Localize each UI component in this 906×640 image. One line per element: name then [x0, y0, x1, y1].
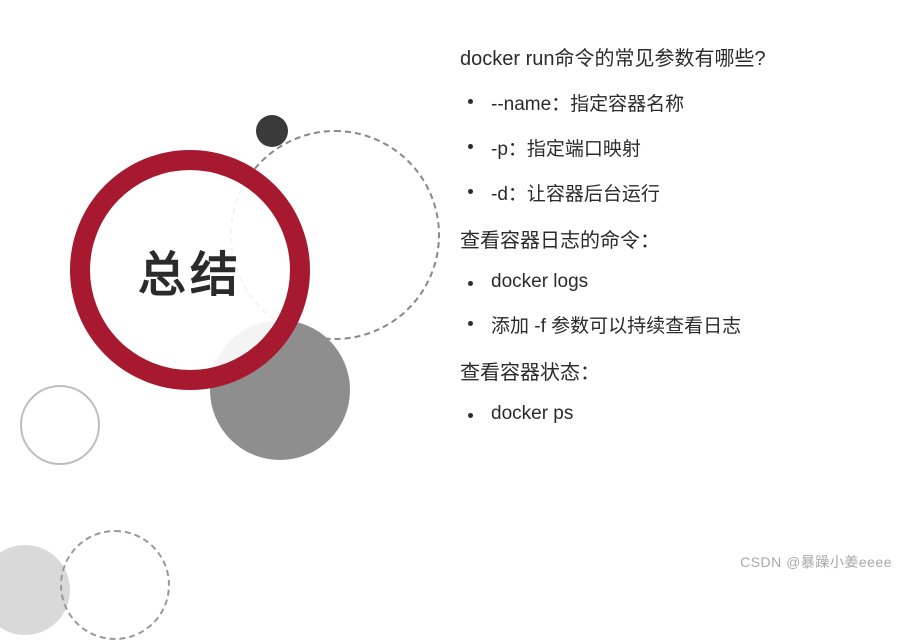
- bullet-icon: [468, 321, 473, 326]
- bullet-icon: [468, 189, 473, 194]
- dark-dot: [256, 115, 288, 147]
- bullet-item: 添加 -f 参数可以持续查看日志: [468, 311, 890, 338]
- bullet-item: -d：让容器后台运行: [468, 179, 890, 206]
- bullet-item: --name：指定容器名称: [468, 89, 890, 116]
- bullet-item: docker logs: [468, 271, 890, 293]
- main-ring: 总结: [70, 150, 310, 390]
- content-column: docker run命令的常见参数有哪些? --name：指定容器名称 -p：指…: [460, 34, 890, 443]
- section-heading: 查看容器日志的命令：: [460, 224, 890, 253]
- bullet-text: docker ps: [491, 403, 573, 425]
- bullet-icon: [468, 144, 473, 149]
- decorative-graphic: 总结: [0, 0, 450, 580]
- bullet-icon: [468, 99, 473, 104]
- bullet-item: -p：指定端口映射: [468, 134, 890, 161]
- watermark: CSDN @暴躁小姜eeee: [740, 552, 892, 572]
- section-heading: 查看容器状态：: [460, 356, 890, 385]
- bullet-icon: [468, 413, 473, 418]
- main-ring-label: 总结: [138, 235, 242, 305]
- bullet-icon: [468, 281, 473, 286]
- bullet-text: --name：指定容器名称: [491, 89, 684, 116]
- bullet-text: -p：指定端口映射: [491, 134, 641, 161]
- bullet-text: -d：让容器后台运行: [491, 179, 660, 206]
- bullet-text: docker logs: [491, 271, 588, 293]
- bullet-item: docker ps: [468, 403, 890, 425]
- section-heading: docker run命令的常见参数有哪些?: [460, 42, 890, 71]
- dashed-circle-bottom: [60, 530, 170, 640]
- bullet-text: 添加 -f 参数可以持续查看日志: [491, 311, 741, 338]
- hollow-circle: [20, 385, 100, 465]
